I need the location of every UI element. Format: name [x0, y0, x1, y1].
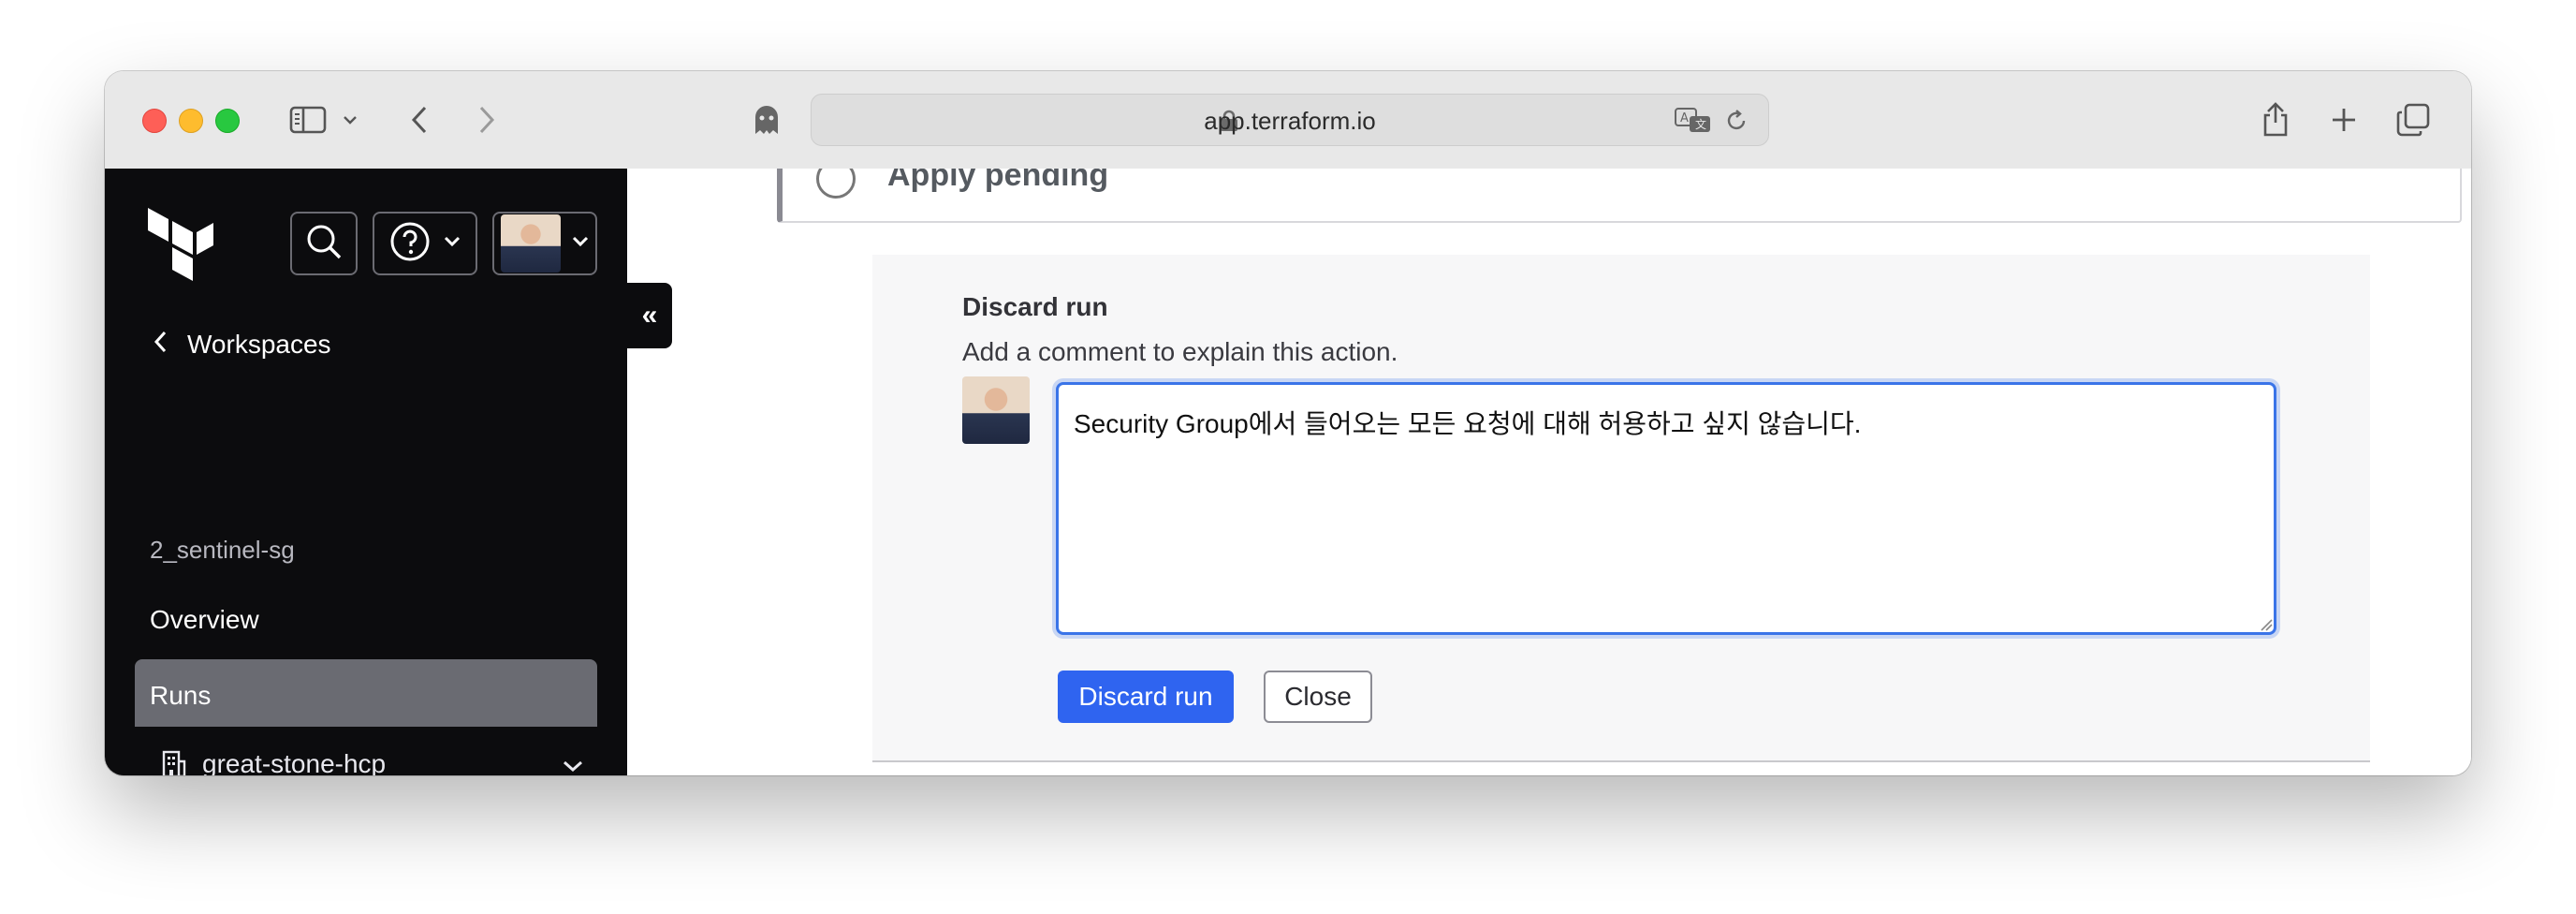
chevron-down-icon	[562, 749, 584, 775]
avatar	[962, 376, 1030, 444]
discard-run-panel: Discard run Add a comment to explain thi…	[872, 255, 2370, 762]
sidebar-item-overview[interactable]: Overview	[150, 605, 259, 635]
share-icon[interactable]	[2260, 99, 2291, 139]
back-icon[interactable]	[408, 103, 431, 137]
discard-run-button[interactable]: Discard run	[1058, 671, 1234, 723]
resize-handle-icon[interactable]	[2260, 618, 2273, 636]
search-icon	[304, 222, 344, 266]
panel-title: Discard run	[962, 292, 1108, 321]
avatar	[501, 214, 561, 273]
svg-text:A: A	[1680, 111, 1689, 125]
search-button[interactable]	[290, 212, 358, 275]
zoom-window-button[interactable]	[215, 109, 240, 133]
tab-overview-icon[interactable]	[2396, 103, 2430, 137]
workspace-name: 2_sentinel-sg	[150, 536, 295, 564]
comment-input[interactable]: Security Group에서 들어오는 모든 요청에 대해 허용하고 싶지 …	[1056, 382, 2276, 635]
help-menu-button[interactable]	[373, 212, 477, 275]
address-bar[interactable]: app.terraform.io A文	[811, 94, 1769, 146]
url-text: app.terraform.io	[1204, 107, 1376, 135]
organization-switcher[interactable]: great-stone-hcp	[161, 744, 592, 775]
run-status-card: Apply pending	[777, 169, 2462, 223]
sidebar-item-runs[interactable]: Runs	[135, 659, 597, 727]
main-content: Apply pending Discard run Add a comment …	[627, 169, 2471, 775]
svg-text:文: 文	[1695, 117, 1706, 131]
collapse-sidebar-button[interactable]: «	[627, 283, 672, 348]
back-to-workspaces-link[interactable]: Workspaces	[154, 326, 331, 363]
chevron-down-icon[interactable]	[341, 112, 359, 127]
panel-subtitle: Add a comment to explain this action.	[962, 337, 1398, 366]
privacy-ghost-icon[interactable]	[751, 103, 783, 137]
app-sidebar: Workspaces 2_sentinel-sg Overview Runs g…	[105, 169, 627, 775]
organization-name: great-stone-hcp	[202, 749, 387, 775]
building-icon	[161, 750, 187, 775]
terraform-logo[interactable]	[146, 206, 213, 287]
run-status-text: Apply pending	[887, 169, 1109, 193]
close-window-button[interactable]	[142, 109, 167, 133]
reload-icon[interactable]	[1723, 108, 1749, 139]
browser-window: app.terraform.io A文 Workspaces 2_sentine…	[105, 71, 2471, 775]
forward-icon[interactable]	[476, 103, 498, 137]
user-menu-button[interactable]	[492, 212, 597, 275]
back-label: Workspaces	[187, 330, 331, 359]
chevron-down-icon	[572, 235, 589, 252]
minimize-window-button[interactable]	[179, 109, 203, 133]
help-icon	[389, 221, 431, 267]
new-tab-icon[interactable]	[2329, 105, 2359, 135]
close-button[interactable]: Close	[1264, 671, 1372, 723]
chevron-down-icon	[444, 235, 461, 252]
pending-status-icon	[816, 169, 856, 199]
translate-icon[interactable]: A文	[1675, 106, 1712, 139]
sidebar-toggle-icon[interactable]	[288, 105, 328, 135]
browser-toolbar: app.terraform.io A文	[105, 71, 2471, 170]
chevron-left-icon	[154, 330, 167, 360]
